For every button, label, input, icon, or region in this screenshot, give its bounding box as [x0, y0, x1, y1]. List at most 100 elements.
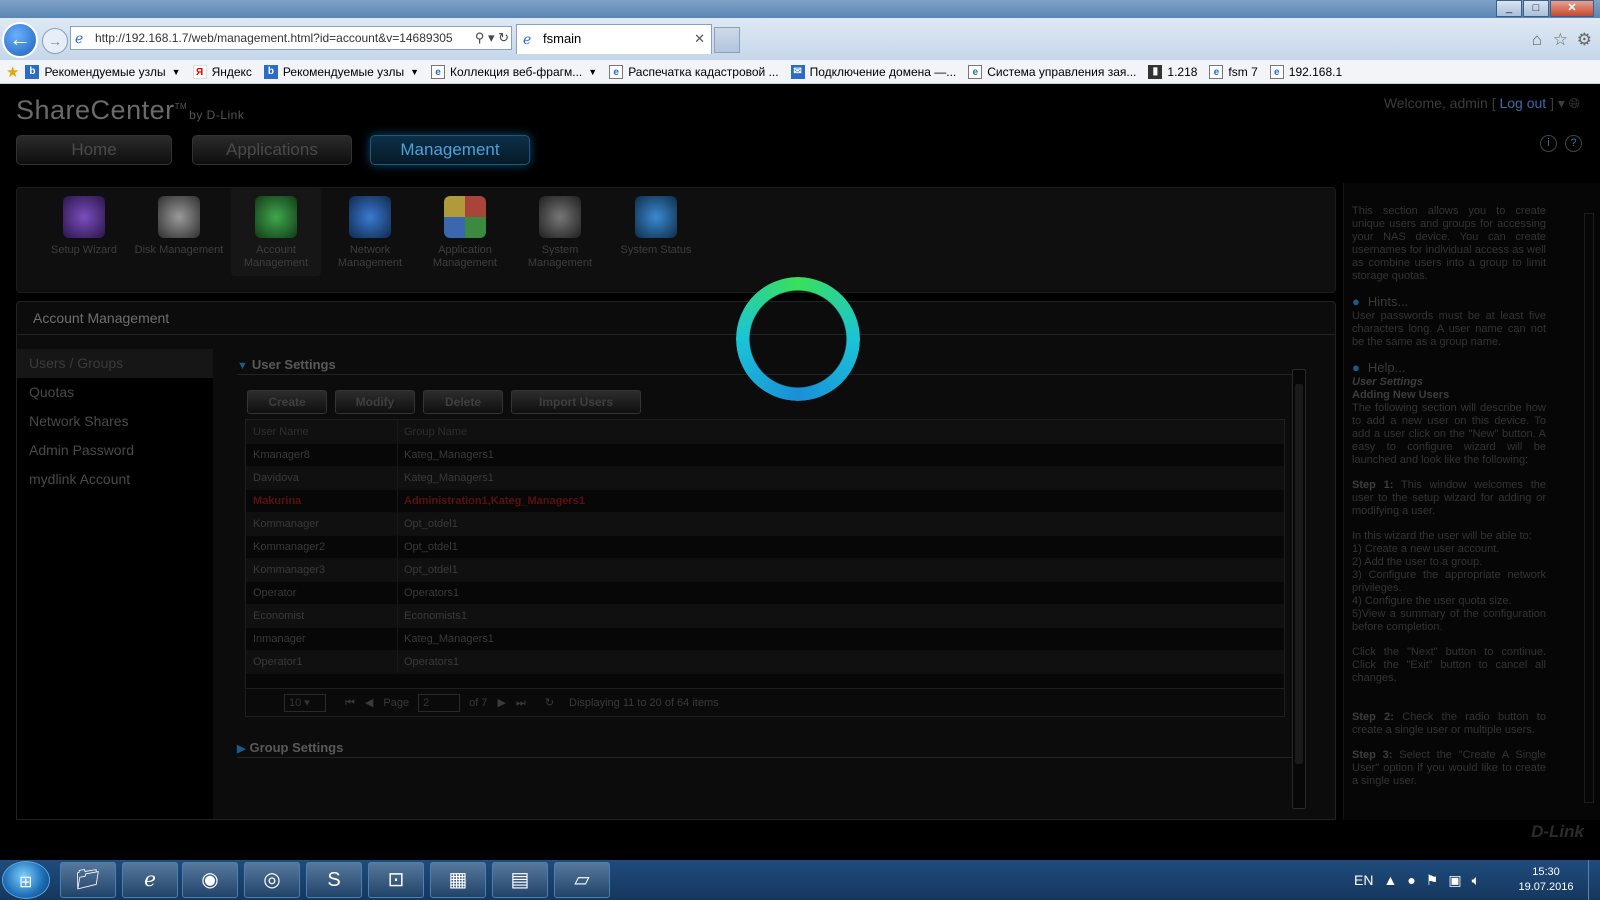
- clock[interactable]: 15:30 19.07.2016: [1510, 865, 1582, 895]
- favorite-link[interactable]: b Рекомендуемые узлы ▼: [263, 64, 419, 79]
- info-icon[interactable]: i: [1540, 135, 1557, 152]
- next-page-icon[interactable]: ▶: [497, 690, 505, 716]
- favorite-link[interactable]: e fsm 7: [1209, 64, 1258, 79]
- favorite-link[interactable]: e Коллекция веб-фрагм... ▼: [431, 64, 597, 79]
- favorite-link[interactable]: e Распечатка кадастровой ...: [609, 64, 779, 79]
- close-tab-icon[interactable]: ✕: [694, 25, 705, 53]
- group-settings-header[interactable]: ▶ Group Settings: [237, 740, 1292, 758]
- maximize-button[interactable]: □: [1523, 0, 1549, 17]
- table-row-selected[interactable]: Makurina Administration1,Kateg_Managers1: [246, 490, 1284, 513]
- help-scrollbar[interactable]: [1584, 213, 1594, 803]
- explorer-icon[interactable]: 📁︎: [60, 862, 116, 898]
- management-modules-panel: Setup Wizard Disk Management Account Man…: [16, 187, 1336, 293]
- favorite-link[interactable]: e 192.168.1: [1269, 64, 1342, 79]
- ie-icon[interactable]: ℯ: [122, 862, 178, 898]
- favorite-link[interactable]: b Рекомендуемые узлы ▼: [25, 64, 181, 79]
- module-application-management[interactable]: Application Management: [420, 188, 510, 276]
- browser-title-bar: _ □ ✕: [0, 0, 1600, 18]
- subnav-quotas[interactable]: Quotas: [17, 378, 213, 407]
- subnav-users-groups[interactable]: Users / Groups: [17, 349, 213, 378]
- module-account-management[interactable]: Account Management: [231, 188, 321, 276]
- tab-home[interactable]: Home: [16, 135, 172, 165]
- delete-button[interactable]: Delete: [423, 390, 503, 414]
- tab-applications[interactable]: Applications: [192, 135, 352, 165]
- favorite-link[interactable]: ▮ 1.218: [1148, 64, 1197, 79]
- skype-icon[interactable]: S: [306, 862, 362, 898]
- show-hidden-icons-icon[interactable]: ▲: [1383, 872, 1397, 888]
- users-groups-content: ▼ User Settings Create Modify Delete Impo…: [229, 345, 1319, 815]
- favorites-add-icon[interactable]: ★: [6, 63, 19, 81]
- favorite-link[interactable]: e Система управления зая...: [968, 64, 1136, 79]
- info-icon: [635, 196, 677, 238]
- address-actions[interactable]: ⚲ ▾ ↻: [475, 27, 509, 49]
- antivirus-icon[interactable]: ●: [1407, 872, 1415, 888]
- show-desktop-button[interactable]: [1588, 860, 1600, 900]
- header-icons: i ?: [1532, 135, 1582, 152]
- table-row[interactable]: Kommanager2 Opt_otdel1: [246, 536, 1284, 559]
- logout-link[interactable]: Log out: [1499, 95, 1546, 111]
- server-icon: ▮: [1148, 64, 1163, 79]
- table-row[interactable]: Kommanager Opt_otdel1: [246, 513, 1284, 536]
- table-row[interactable]: Kmanager8 Kateg_Managers1: [246, 444, 1284, 467]
- modify-button[interactable]: Modify: [335, 390, 415, 414]
- network-app-icon[interactable]: ⊡: [368, 862, 424, 898]
- module-setup-wizard[interactable]: Setup Wizard: [39, 188, 129, 276]
- table-row[interactable]: Kommanager3 Opt_otdel1: [246, 559, 1284, 582]
- import-users-button[interactable]: Import Users: [511, 390, 641, 414]
- home-icon[interactable]: ⌂: [1532, 30, 1542, 50]
- network-tray-icon[interactable]: ▣: [1448, 872, 1461, 889]
- table-row[interactable]: Operator1 Operators1: [246, 651, 1284, 674]
- table-row[interactable]: Economist Economists1: [246, 605, 1284, 628]
- table-row[interactable]: Davidova Kateg_Managers1: [246, 467, 1284, 490]
- page-number-input[interactable]: 2: [418, 693, 461, 712]
- help-icon[interactable]: ?: [1565, 135, 1582, 152]
- calculator-icon[interactable]: ▦: [430, 862, 486, 898]
- start-button[interactable]: ⊞: [2, 861, 50, 899]
- first-page-icon[interactable]: ⏮: [345, 690, 355, 716]
- new-tab-button[interactable]: [714, 27, 740, 53]
- firefox-icon[interactable]: ◉: [182, 862, 238, 898]
- create-button[interactable]: Create: [247, 390, 327, 414]
- page-size-select[interactable]: 10 ▾: [284, 693, 326, 712]
- module-network-management[interactable]: Network Management: [325, 188, 415, 276]
- last-page-icon[interactable]: ⏭: [516, 690, 526, 716]
- table-row[interactable]: Inmanager Kateg_Managers1: [246, 628, 1284, 651]
- column-group-name[interactable]: Group Name: [398, 420, 1284, 443]
- forward-button[interactable]: →: [42, 28, 68, 54]
- back-button[interactable]: ←: [2, 22, 38, 58]
- column-user-name[interactable]: User Name: [246, 420, 398, 443]
- favorite-link[interactable]: ✉ Подключение домена —...: [790, 64, 956, 79]
- document-icon[interactable]: ▤: [492, 862, 548, 898]
- minimize-button[interactable]: _: [1496, 0, 1522, 17]
- address-bar[interactable]: ℯ http://192.168.1.7/web/management.html…: [70, 26, 512, 50]
- browser-tab[interactable]: ℯ fsmain ✕: [516, 24, 712, 54]
- tab-management[interactable]: Management: [370, 135, 530, 165]
- module-disk-management[interactable]: Disk Management: [134, 188, 224, 276]
- scrollbar-thumb[interactable]: [1295, 384, 1303, 764]
- prev-page-icon[interactable]: ◀: [365, 690, 373, 716]
- flag-icon[interactable]: ⚑: [1426, 872, 1439, 889]
- favorites-star-icon[interactable]: ☆: [1553, 30, 1568, 50]
- hints-heading: ● Hints...: [1352, 294, 1409, 309]
- close-button[interactable]: ✕: [1550, 0, 1594, 17]
- favorite-link[interactable]: Я Яндекс: [192, 64, 252, 79]
- settings-gear-icon[interactable]: ⚙: [1577, 30, 1592, 50]
- module-system-management[interactable]: System Management: [515, 188, 605, 276]
- application-icon: [444, 196, 486, 238]
- system-tray: EN ▲ ● ⚑ ▣ 🔈︎: [1354, 860, 1490, 900]
- volume-icon[interactable]: 🔈︎: [1472, 872, 1480, 889]
- notepad-icon[interactable]: ▱: [554, 862, 610, 898]
- language-indicator[interactable]: EN: [1354, 872, 1373, 888]
- subnav-mydlink-account[interactable]: mydlink Account: [17, 465, 213, 494]
- content-scrollbar[interactable]: [1292, 369, 1306, 809]
- loading-spinner: [736, 277, 860, 401]
- table-row[interactable]: Operator Operators1: [246, 582, 1284, 605]
- refresh-icon[interactable]: ↻: [545, 690, 554, 716]
- subnav-admin-password[interactable]: Admin Password: [17, 436, 213, 465]
- language-globe-icon[interactable]: 🌐︎: [1569, 95, 1580, 111]
- sharecenter-logo: ShareCenterTMby D-Link: [16, 95, 245, 125]
- module-system-status[interactable]: System Status: [611, 188, 701, 276]
- subnav-network-shares[interactable]: Network Shares: [17, 407, 213, 436]
- table-pager: 10 ▾ ⏮ ◀ Page 2 of 7 ▶ ⏭ ↻ Displaying 11…: [245, 689, 1285, 717]
- chrome-icon[interactable]: ◎: [244, 862, 300, 898]
